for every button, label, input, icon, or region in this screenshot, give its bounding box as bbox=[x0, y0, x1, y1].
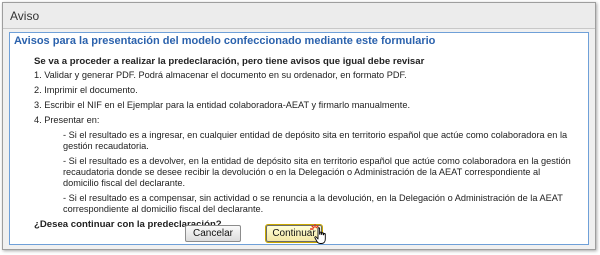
message-content: Se va a proceder a realizar la predeclar… bbox=[34, 56, 574, 230]
sub-item: - Si el resultado es a ingresar, en cual… bbox=[63, 130, 568, 151]
list-item: 3. Escribir el NIF en el Ejemplar para l… bbox=[34, 100, 411, 110]
panel-title: Avisos para la presentación del modelo c… bbox=[14, 35, 436, 47]
warnings-panel: Avisos para la presentación del modelo c… bbox=[9, 32, 589, 245]
lead-text: Se va a proceder a realizar la predeclar… bbox=[34, 56, 425, 67]
sub-item: - Si el resultado es a devolver, en la e… bbox=[63, 156, 571, 188]
dialog-title: Aviso bbox=[10, 9, 40, 23]
cancel-button[interactable]: Cancelar bbox=[185, 225, 241, 242]
aviso-dialog: Aviso Avisos para la presentación del mo… bbox=[2, 2, 596, 250]
list-item: 4. Presentar en: bbox=[34, 115, 100, 125]
dialog-titlebar[interactable]: Aviso bbox=[3, 3, 595, 29]
sub-item: - Si el resultado es a compensar, sin ac… bbox=[63, 193, 563, 214]
list-item: 1. Validar y generar PDF. Podrá almacena… bbox=[34, 70, 407, 80]
hand-pointer-icon bbox=[314, 227, 326, 244]
list-item: 2. Imprimir el documento. bbox=[34, 85, 138, 95]
